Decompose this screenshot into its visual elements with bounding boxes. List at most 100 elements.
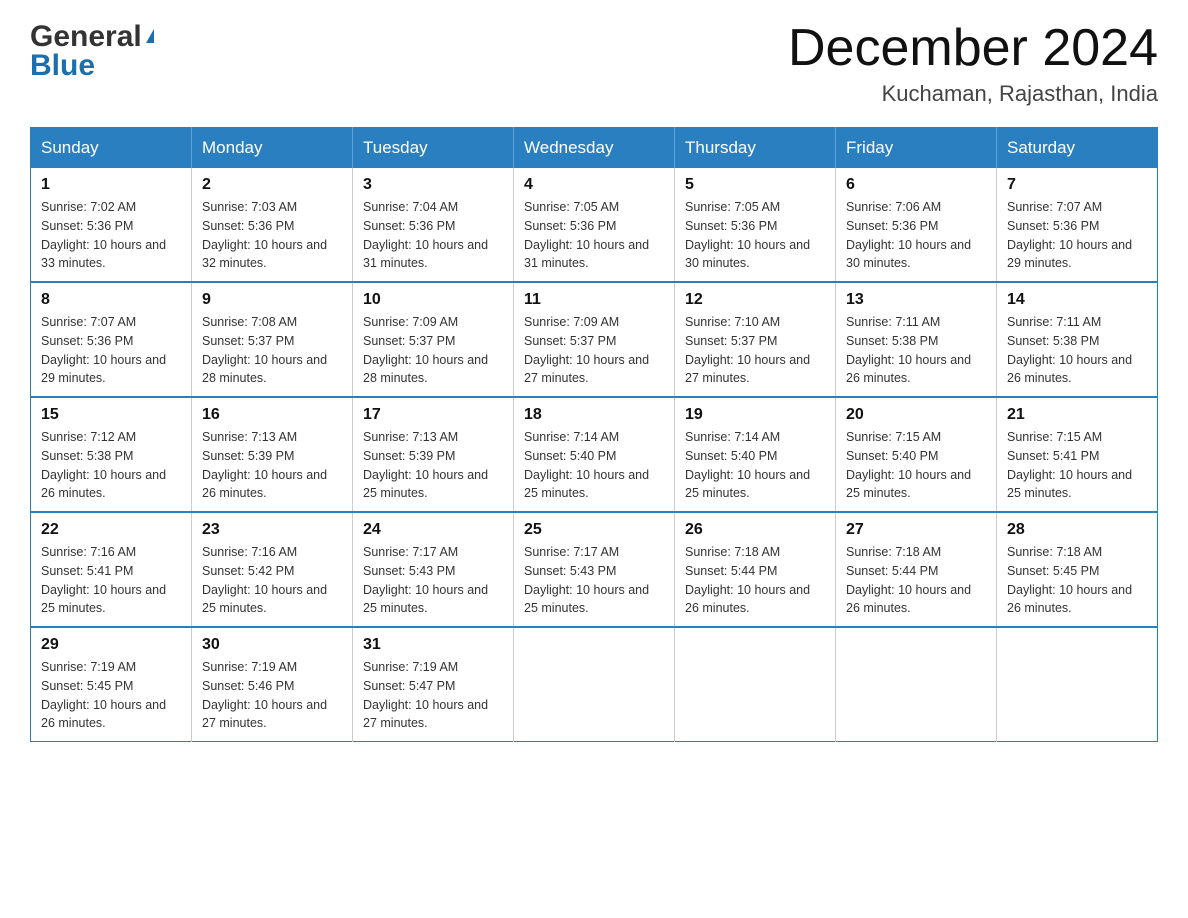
day-info: Sunrise: 7:15 AMSunset: 5:41 PMDaylight:…: [1007, 428, 1147, 503]
day-info: Sunrise: 7:05 AMSunset: 5:36 PMDaylight:…: [685, 198, 825, 273]
table-row: 20Sunrise: 7:15 AMSunset: 5:40 PMDayligh…: [836, 397, 997, 512]
day-number: 31: [363, 636, 503, 654]
day-number: 3: [363, 176, 503, 194]
day-number: 27: [846, 521, 986, 539]
day-info: Sunrise: 7:09 AMSunset: 5:37 PMDaylight:…: [363, 313, 503, 388]
title-area: December 2024 Kuchaman, Rajasthan, India: [788, 20, 1158, 107]
table-row: 5 Sunrise: 7:05 AMSunset: 5:36 PMDaylight…: [675, 168, 836, 282]
day-number: 25: [524, 521, 664, 539]
day-number: 19: [685, 406, 825, 424]
day-info: Sunrise: 7:11 AMSunset: 5:38 PMDaylight:…: [1007, 313, 1147, 388]
day-number: 17: [363, 406, 503, 424]
header-monday: Monday: [192, 128, 353, 169]
table-row: 25 Sunrise: 7:17 AMSunset: 5:43 PMDayligh…: [514, 512, 675, 627]
table-row: 21 Sunrise: 7:15 AMSunset: 5:41 PMDayligh…: [997, 397, 1158, 512]
day-number: 1: [41, 176, 181, 194]
day-info: Sunrise: 7:18 AMSunset: 5:45 PMDaylight:…: [1007, 543, 1147, 618]
day-info: Sunrise: 7:18 AMSunset: 5:44 PMDaylight:…: [846, 543, 986, 618]
table-row: 8 Sunrise: 7:07 AMSunset: 5:36 PMDaylight…: [31, 282, 192, 397]
day-number: 6: [846, 176, 986, 194]
day-number: 8: [41, 291, 181, 309]
table-row: 24 Sunrise: 7:17 AMSunset: 5:43 PMDayligh…: [353, 512, 514, 627]
calendar-table: Sunday Monday Tuesday Wednesday Thursday…: [30, 127, 1158, 742]
table-row: 9Sunrise: 7:08 AMSunset: 5:37 PMDaylight…: [192, 282, 353, 397]
table-row: 17 Sunrise: 7:13 AMSunset: 5:39 PMDayligh…: [353, 397, 514, 512]
table-row: [675, 627, 836, 742]
day-info: Sunrise: 7:03 AMSunset: 5:36 PMDaylight:…: [202, 198, 342, 273]
table-row: [836, 627, 997, 742]
table-row: 27 Sunrise: 7:18 AMSunset: 5:44 PMDayligh…: [836, 512, 997, 627]
table-row: 11 Sunrise: 7:09 AMSunset: 5:37 PMDayligh…: [514, 282, 675, 397]
day-info: Sunrise: 7:09 AMSunset: 5:37 PMDaylight:…: [524, 313, 664, 388]
day-info: Sunrise: 7:19 AMSunset: 5:47 PMDaylight:…: [363, 658, 503, 733]
day-number: 29: [41, 636, 181, 654]
day-number: 21: [1007, 406, 1147, 424]
table-row: 15Sunrise: 7:12 AMSunset: 5:38 PMDayligh…: [31, 397, 192, 512]
day-info: Sunrise: 7:07 AMSunset: 5:36 PMDaylight:…: [1007, 198, 1147, 273]
day-number: 11: [524, 291, 664, 309]
day-info: Sunrise: 7:19 AMSunset: 5:46 PMDaylight:…: [202, 658, 342, 733]
day-info: Sunrise: 7:12 AMSunset: 5:38 PMDaylight:…: [41, 428, 181, 503]
table-row: [997, 627, 1158, 742]
table-row: 3 Sunrise: 7:04 AMSunset: 5:36 PMDaylight…: [353, 168, 514, 282]
day-number: 14: [1007, 291, 1147, 309]
day-number: 13: [846, 291, 986, 309]
day-number: 24: [363, 521, 503, 539]
header: General Blue December 2024 Kuchaman, Raj…: [30, 20, 1158, 107]
day-number: 10: [363, 291, 503, 309]
day-number: 28: [1007, 521, 1147, 539]
day-info: Sunrise: 7:11 AMSunset: 5:38 PMDaylight:…: [846, 313, 986, 388]
logo-triangle-icon: [146, 29, 154, 43]
day-info: Sunrise: 7:13 AMSunset: 5:39 PMDaylight:…: [363, 428, 503, 503]
table-row: 7Sunrise: 7:07 AMSunset: 5:36 PMDaylight…: [997, 168, 1158, 282]
day-info: Sunrise: 7:16 AMSunset: 5:42 PMDaylight:…: [202, 543, 342, 618]
day-number: 18: [524, 406, 664, 424]
table-row: 30Sunrise: 7:19 AMSunset: 5:46 PMDayligh…: [192, 627, 353, 742]
day-info: Sunrise: 7:15 AMSunset: 5:40 PMDaylight:…: [846, 428, 986, 503]
table-row: 23 Sunrise: 7:16 AMSunset: 5:42 PMDayligh…: [192, 512, 353, 627]
calendar-week-row: 1 Sunrise: 7:02 AMSunset: 5:36 PMDaylight…: [31, 168, 1158, 282]
header-friday: Friday: [836, 128, 997, 169]
month-title: December 2024: [788, 20, 1158, 77]
day-number: 12: [685, 291, 825, 309]
table-row: 19 Sunrise: 7:14 AMSunset: 5:40 PMDayligh…: [675, 397, 836, 512]
table-row: 6 Sunrise: 7:06 AMSunset: 5:36 PMDaylight…: [836, 168, 997, 282]
table-row: 12 Sunrise: 7:10 AMSunset: 5:37 PMDayligh…: [675, 282, 836, 397]
day-info: Sunrise: 7:02 AMSunset: 5:36 PMDaylight:…: [41, 198, 181, 273]
day-number: 2: [202, 176, 342, 194]
day-info: Sunrise: 7:06 AMSunset: 5:36 PMDaylight:…: [846, 198, 986, 273]
day-info: Sunrise: 7:18 AMSunset: 5:44 PMDaylight:…: [685, 543, 825, 618]
day-info: Sunrise: 7:07 AMSunset: 5:36 PMDaylight:…: [41, 313, 181, 388]
day-info: Sunrise: 7:14 AMSunset: 5:40 PMDaylight:…: [524, 428, 664, 503]
day-info: Sunrise: 7:19 AMSunset: 5:45 PMDaylight:…: [41, 658, 181, 733]
table-row: 4Sunrise: 7:05 AMSunset: 5:36 PMDaylight…: [514, 168, 675, 282]
table-row: 16Sunrise: 7:13 AMSunset: 5:39 PMDayligh…: [192, 397, 353, 512]
day-info: Sunrise: 7:17 AMSunset: 5:43 PMDaylight:…: [363, 543, 503, 618]
table-row: 26 Sunrise: 7:18 AMSunset: 5:44 PMDayligh…: [675, 512, 836, 627]
header-wednesday: Wednesday: [514, 128, 675, 169]
table-row: 13 Sunrise: 7:11 AMSunset: 5:38 PMDayligh…: [836, 282, 997, 397]
day-number: 9: [202, 291, 342, 309]
day-number: 26: [685, 521, 825, 539]
location-subtitle: Kuchaman, Rajasthan, India: [788, 81, 1158, 107]
table-row: [514, 627, 675, 742]
calendar-week-row: 29 Sunrise: 7:19 AMSunset: 5:45 PMDayligh…: [31, 627, 1158, 742]
day-info: Sunrise: 7:17 AMSunset: 5:43 PMDaylight:…: [524, 543, 664, 618]
header-saturday: Saturday: [997, 128, 1158, 169]
table-row: 18 Sunrise: 7:14 AMSunset: 5:40 PMDayligh…: [514, 397, 675, 512]
header-tuesday: Tuesday: [353, 128, 514, 169]
table-row: 22Sunrise: 7:16 AMSunset: 5:41 PMDayligh…: [31, 512, 192, 627]
table-row: 29 Sunrise: 7:19 AMSunset: 5:45 PMDayligh…: [31, 627, 192, 742]
calendar-week-row: 15Sunrise: 7:12 AMSunset: 5:38 PMDayligh…: [31, 397, 1158, 512]
day-number: 23: [202, 521, 342, 539]
logo: General Blue: [30, 20, 154, 82]
day-info: Sunrise: 7:04 AMSunset: 5:36 PMDaylight:…: [363, 198, 503, 273]
header-sunday: Sunday: [31, 128, 192, 169]
day-info: Sunrise: 7:05 AMSunset: 5:36 PMDaylight:…: [524, 198, 664, 273]
calendar-header-row: Sunday Monday Tuesday Wednesday Thursday…: [31, 128, 1158, 169]
day-number: 5: [685, 176, 825, 194]
calendar-week-row: 8 Sunrise: 7:07 AMSunset: 5:36 PMDaylight…: [31, 282, 1158, 397]
day-info: Sunrise: 7:14 AMSunset: 5:40 PMDaylight:…: [685, 428, 825, 503]
day-info: Sunrise: 7:10 AMSunset: 5:37 PMDaylight:…: [685, 313, 825, 388]
logo-blue-text: Blue: [30, 49, 154, 82]
